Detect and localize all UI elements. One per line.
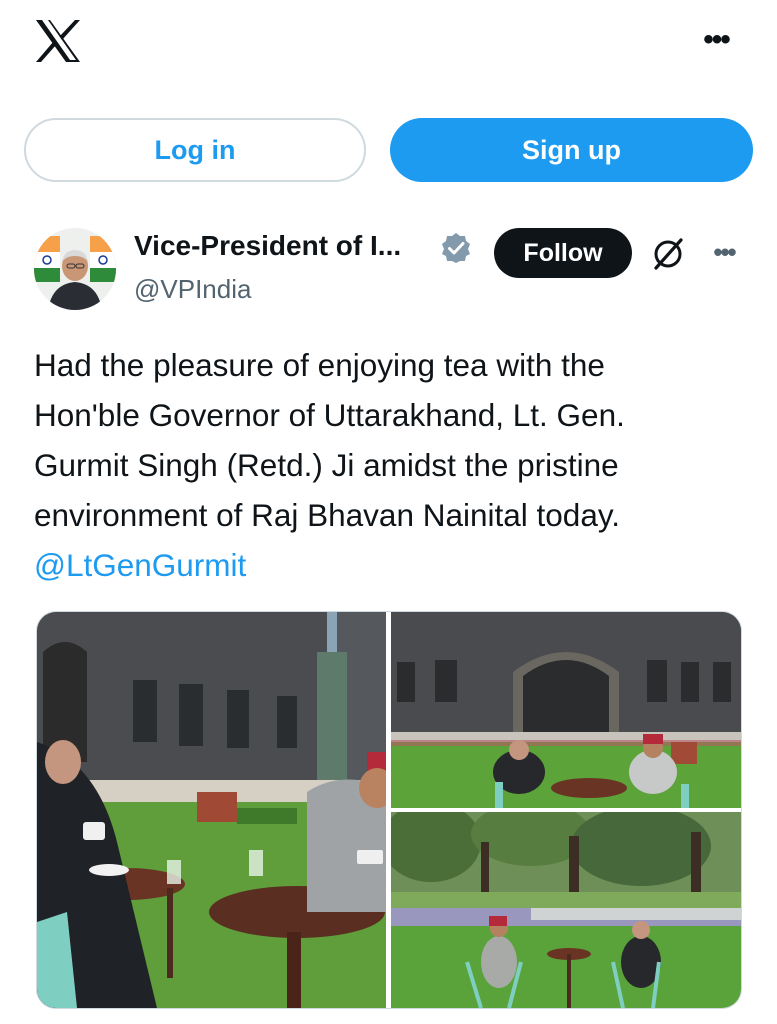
verified-badge-icon bbox=[440, 232, 472, 264]
follow-button[interactable]: Follow bbox=[494, 228, 632, 278]
avatar[interactable] bbox=[34, 228, 116, 310]
tweet-text: Had the pleasure of enjoying tea with th… bbox=[34, 340, 734, 590]
tweet-text-line: environment of Raj Bhavan Nainital today… bbox=[34, 497, 620, 533]
mention-link[interactable]: @LtGenGurmit bbox=[34, 540, 734, 590]
x-logo-icon[interactable] bbox=[34, 18, 82, 64]
photo-garden-view[interactable] bbox=[391, 812, 741, 1008]
tweet-text-line: Gurmit Singh (Retd.) Ji amidst the prist… bbox=[34, 447, 619, 483]
grok-icon[interactable] bbox=[650, 236, 686, 272]
media-grid bbox=[36, 611, 742, 1009]
tweet-text-line: Had the pleasure of enjoying tea with th… bbox=[34, 347, 605, 383]
author-name[interactable]: Vice-President of I... bbox=[134, 230, 401, 262]
tweet-text-line: Hon'ble Governor of Uttarakhand, Lt. Gen… bbox=[34, 397, 625, 433]
author-handle[interactable]: @VPIndia bbox=[134, 274, 251, 305]
photo-tea-closeup[interactable] bbox=[37, 612, 386, 1008]
post-more-options-icon[interactable]: ••• bbox=[704, 234, 744, 270]
top-bar: ••• bbox=[0, 0, 777, 90]
login-button[interactable]: Log in bbox=[24, 118, 366, 182]
signup-button[interactable]: Sign up bbox=[390, 118, 753, 182]
photo-raj-bhavan-lawn[interactable] bbox=[391, 612, 741, 808]
more-options-icon[interactable]: ••• bbox=[696, 22, 736, 58]
